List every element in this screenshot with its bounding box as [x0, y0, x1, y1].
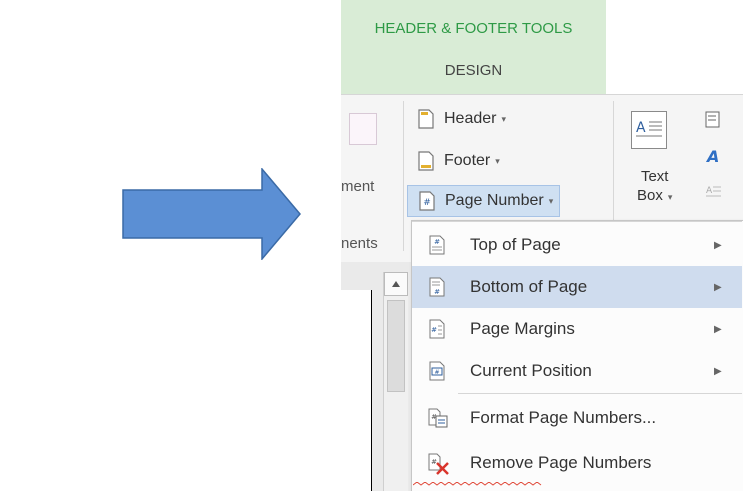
menu-item-label: Bottom of Page [470, 277, 588, 296]
partial-group-label: nents [341, 235, 378, 252]
svg-text:#: # [434, 369, 439, 376]
menu-item-remove-page-numbers[interactable]: # Remove Page Numbers [412, 442, 742, 484]
chevron-down-icon: ▾ [548, 195, 554, 206]
tab-design[interactable]: DESIGN [341, 62, 606, 79]
submenu-arrow-icon: ▶ [714, 323, 722, 335]
page-number-menu: # Top of Page ▶ # Bottom of Page ▶ # Pag… [411, 220, 743, 491]
page-number-button[interactable]: # Page Number ▾ [407, 185, 561, 217]
menu-divider [458, 393, 742, 394]
svg-text:A: A [706, 186, 713, 196]
bottom-of-page-icon: # [429, 277, 445, 297]
menu-item-label: Format Page Numbers... [470, 408, 657, 427]
chevron-down-icon: ▾ [501, 113, 507, 124]
svg-text:#: # [434, 238, 440, 246]
svg-text:A: A [705, 147, 719, 165]
header-button-label: Header [444, 110, 497, 127]
quick-parts-icon[interactable] [705, 111, 721, 129]
format-page-numbers-icon: # [428, 408, 448, 428]
scroll-up-button[interactable] [384, 272, 408, 296]
partial-group-text: ment [341, 178, 375, 195]
svg-text:#: # [431, 326, 437, 334]
scroll-thumb[interactable] [387, 300, 405, 392]
menu-item-label: Top of Page [470, 235, 561, 254]
group-divider [403, 101, 404, 251]
footer-button[interactable]: Footer ▾ [407, 146, 506, 176]
page-number-button-label: Page Number [445, 192, 544, 209]
page-margins-icon: # [429, 319, 445, 339]
menu-item-bottom-of-page[interactable]: # Bottom of Page ▶ [412, 266, 742, 308]
chevron-down-icon: ▾ [667, 192, 673, 202]
menu-item-label: Remove Page Numbers [470, 453, 652, 472]
drop-cap-icon[interactable]: A [705, 183, 723, 201]
submenu-arrow-icon: ▶ [714, 365, 722, 377]
footer-button-label: Footer [444, 152, 491, 169]
svg-text:#: # [434, 288, 440, 296]
header-page-icon [418, 109, 434, 129]
spellcheck-underline [413, 482, 542, 486]
text-box-label-line2: Box [637, 187, 663, 204]
chevron-down-icon: ▾ [495, 155, 500, 166]
menu-item-format-page-numbers[interactable]: # Format Page Numbers... [412, 397, 742, 439]
page-number-icon: # [419, 191, 435, 211]
submenu-arrow-icon: ▶ [714, 281, 722, 293]
text-box-label-line1: Text [640, 168, 669, 185]
contextual-tab-group-label: HEADER & FOOTER TOOLS [374, 20, 573, 37]
remove-page-numbers-icon: # [428, 453, 449, 475]
menu-item-page-margins[interactable]: # Page Margins ▶ [412, 308, 742, 350]
menu-top-divider [412, 221, 742, 222]
menu-item-label: Current Position [470, 361, 592, 380]
header-button[interactable]: Header ▾ [407, 104, 512, 134]
header-footer-tools-tab-group: HEADER & FOOTER TOOLS DESIGN [341, 0, 606, 94]
text-box-button[interactable]: Text Box ▾ [637, 167, 672, 207]
menu-item-top-of-page[interactable]: # Top of Page ▶ [412, 224, 742, 266]
svg-text:#: # [431, 458, 437, 466]
submenu-arrow-icon: ▶ [714, 239, 722, 251]
top-of-page-icon: # [429, 235, 445, 255]
vertical-scrollbar[interactable] [383, 272, 408, 491]
svg-text:#: # [423, 198, 431, 208]
word-screenshot: HEADER & FOOTER TOOLS DESIGN ment nents … [341, 0, 743, 491]
partial-document-icon [349, 113, 377, 145]
right-arrow-shape [122, 168, 301, 260]
footer-page-icon [418, 151, 434, 171]
current-position-icon: # [429, 361, 445, 381]
svg-text:A: A [636, 120, 646, 136]
document-page-edge [341, 290, 372, 491]
menu-item-label: Page Margins [470, 319, 575, 338]
text-box-icon[interactable]: A [631, 111, 667, 149]
menu-item-current-position[interactable]: # Current Position ▶ [412, 350, 742, 392]
triangle-up-icon [392, 281, 400, 287]
wordart-icon[interactable]: A [705, 147, 723, 165]
